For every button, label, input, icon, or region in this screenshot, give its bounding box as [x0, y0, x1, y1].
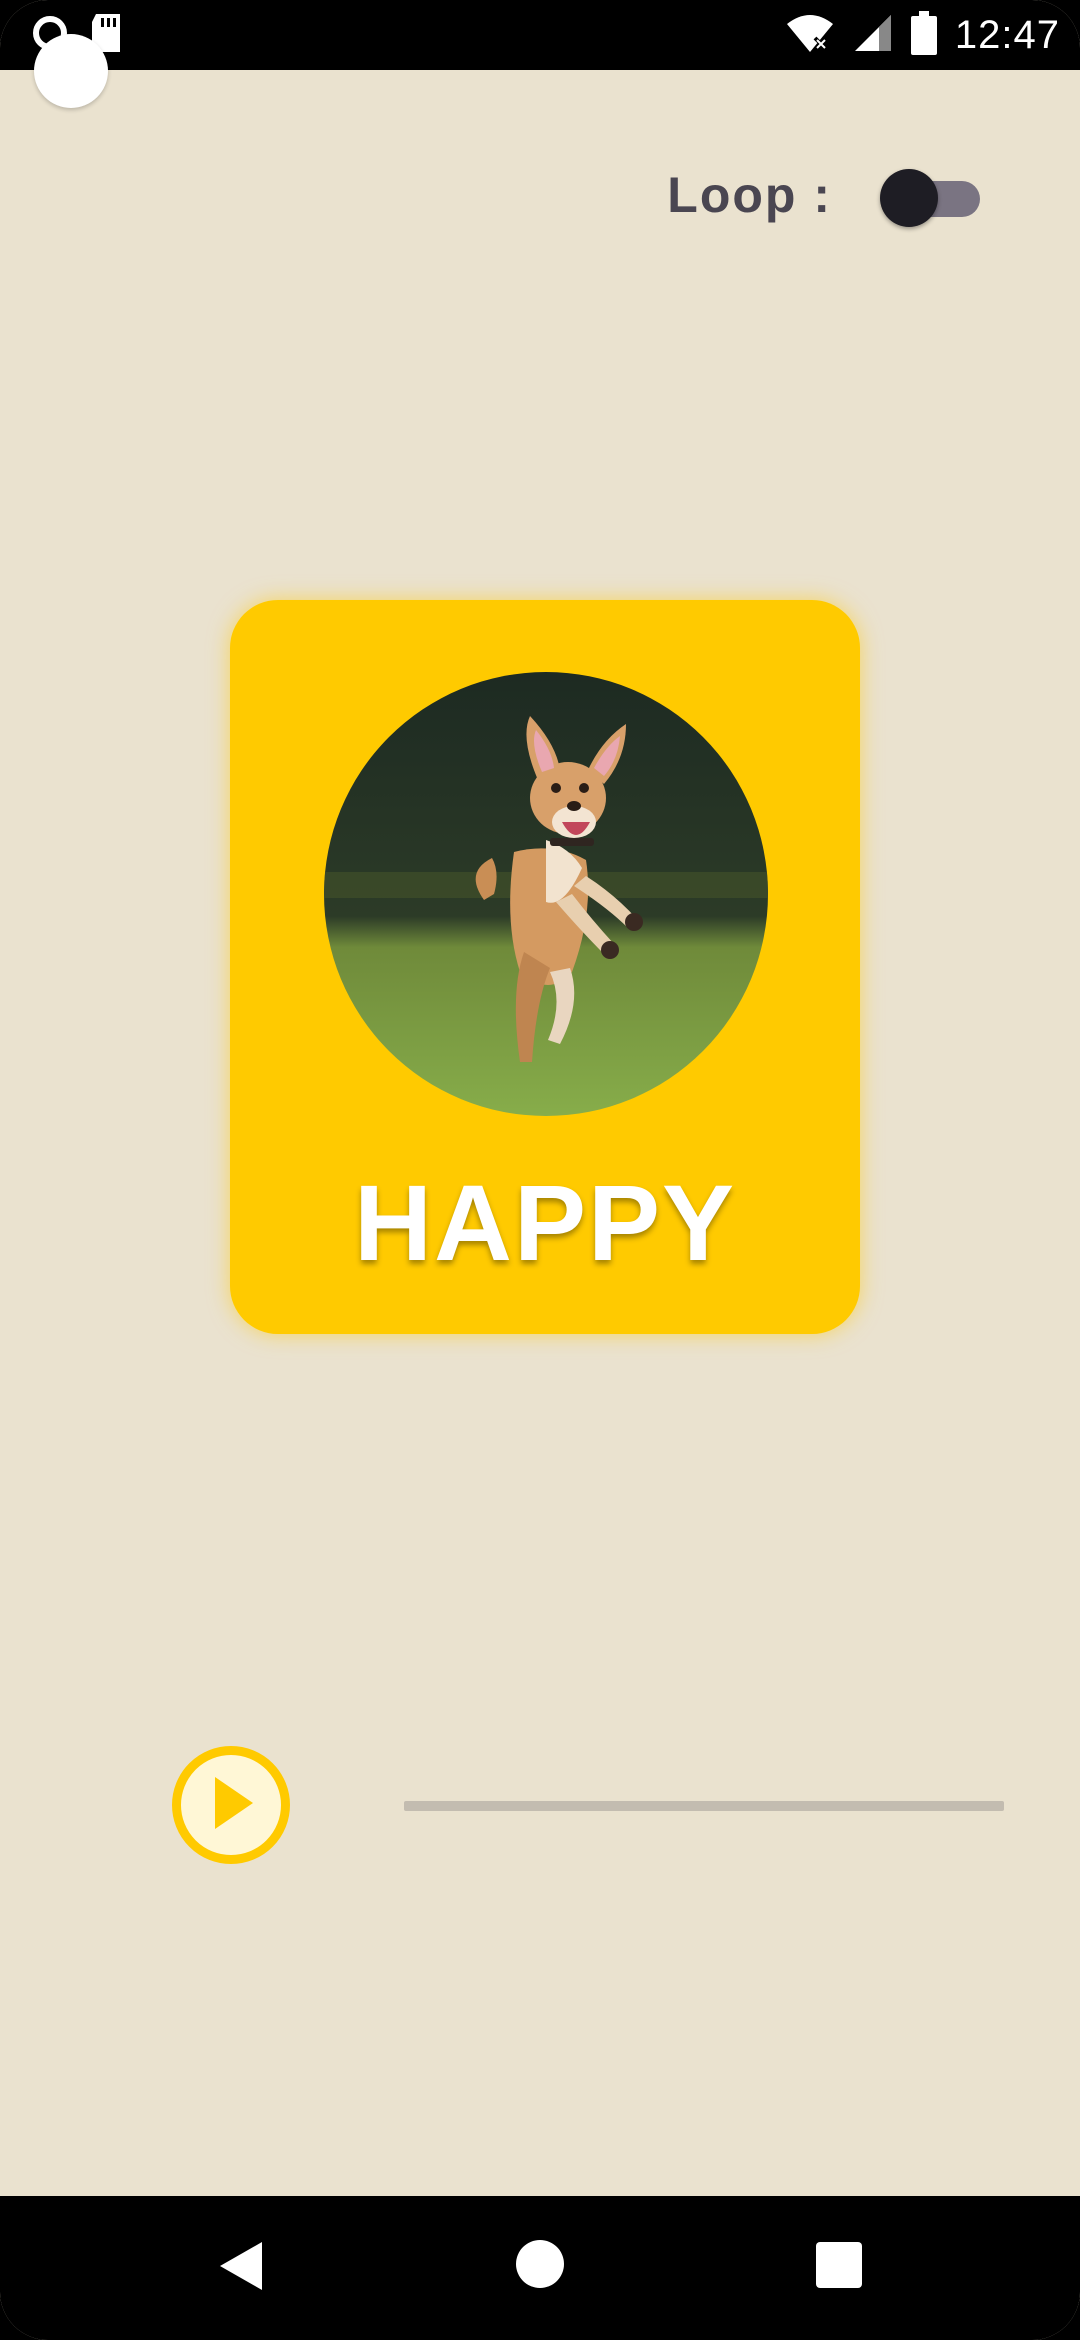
status-right-icons: 12:47	[785, 10, 1060, 60]
wifi-icon	[785, 12, 835, 59]
app-screen: 12:47 Loop : HAPPY	[0, 0, 1080, 2340]
back-icon[interactable]	[218, 2240, 264, 2297]
status-time: 12:47	[954, 12, 1060, 57]
home-icon[interactable]	[516, 2240, 564, 2288]
loop-label: Loop :	[667, 167, 832, 223]
battery-icon	[910, 10, 937, 60]
sound-card[interactable]: HAPPY	[230, 600, 860, 1334]
recents-icon[interactable]	[816, 2242, 862, 2288]
loop-row: Loop :	[667, 160, 984, 230]
playback-progress-bar[interactable]	[404, 1801, 1004, 1811]
play-icon	[203, 1773, 259, 1838]
status-bar: 12:47	[0, 0, 1080, 70]
floating-overlay-button[interactable]	[34, 34, 108, 108]
card-title: HAPPY	[353, 1162, 737, 1283]
dog-image	[324, 672, 768, 1116]
loop-switch[interactable]	[880, 165, 984, 227]
navigation-bar	[0, 2196, 1080, 2340]
play-button[interactable]	[172, 1746, 290, 1864]
cellular-icon	[853, 13, 893, 58]
loop-switch-thumb	[880, 169, 938, 227]
